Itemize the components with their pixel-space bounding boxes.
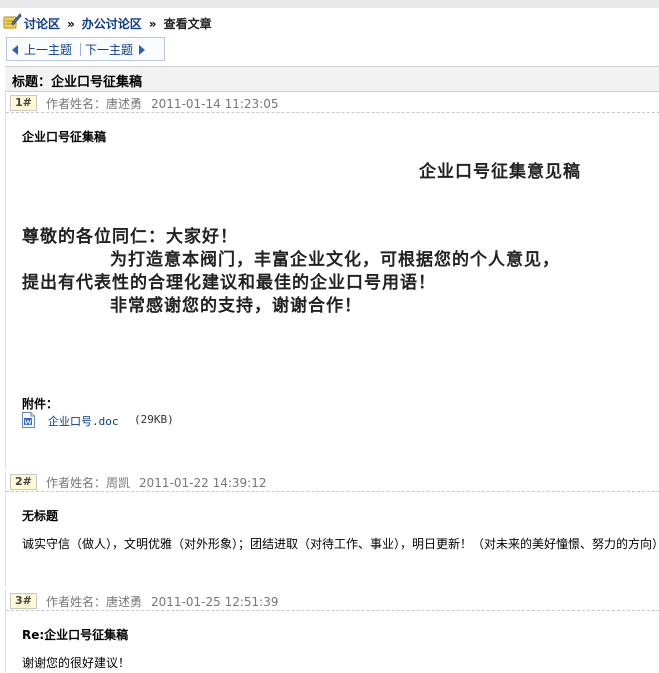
body-heading: 企业口号征集意见稿	[419, 162, 581, 182]
post-author: 作者姓名：唐述勇 2011-01-25 12:51:39	[46, 593, 278, 610]
breadcrumb-forum-link[interactable]: 讨论区	[24, 17, 60, 31]
post-3: 3# 作者姓名：唐述勇 2011-01-25 12:51:39 Re:企业口号征集…	[5, 590, 659, 673]
nav-divider	[80, 43, 81, 56]
attachment-size: (29KB)	[134, 413, 174, 426]
author-name: 周凯	[106, 476, 131, 490]
floor-badge: 2#	[10, 474, 37, 490]
breadcrumb-separator: »	[148, 17, 157, 31]
post-2: 2# 作者姓名：周凯 2011-01-22 14:39:12 无标题 诚实守信（做…	[5, 471, 659, 587]
body-line: 提出有代表性的合理化建议和最佳的企业口号用语！	[22, 273, 436, 293]
prev-topic-button[interactable]: 上一主题	[12, 41, 72, 58]
breadcrumb-separator: »	[67, 17, 75, 31]
triangle-right-icon	[139, 45, 146, 55]
breadcrumb: 讨论区 » 办公讨论区 » 查看文章	[0, 8, 659, 35]
top-strip	[0, 0, 659, 8]
post-body: 谢谢您的很好建议！	[22, 656, 131, 670]
post-title: 企业口号征集稿	[22, 130, 107, 144]
floor-badge: 3#	[10, 593, 37, 609]
post-header: 1# 作者姓名：唐述勇 2011-01-14 11:23:05	[6, 92, 659, 113]
breadcrumb-current: 查看文章	[163, 17, 212, 31]
author-name: 唐述勇	[106, 97, 143, 111]
prev-topic-label: 上一主题	[24, 43, 73, 57]
post-1: 1# 作者姓名：唐述勇 2011-01-14 11:23:05 企业口号征集稿 企…	[5, 92, 659, 468]
thread-title-bar: 标题：企业口号征集稿	[5, 66, 659, 92]
post-title: 无标题	[22, 509, 59, 523]
author-label: 作者姓名：	[46, 595, 107, 609]
body-line: 非常感谢您的支持，谢谢合作！	[110, 296, 362, 316]
body-line: 为打造意本阀门，丰富企业文化，可根据您的个人意见，	[110, 250, 560, 270]
next-topic-label: 下一主题	[85, 43, 134, 57]
attachment-label: 附件：	[22, 397, 59, 411]
post-author: 作者姓名：唐述勇 2011-01-14 11:23:05	[46, 95, 278, 112]
post-time: 2011-01-22 14:39:12	[139, 476, 267, 490]
attachment-link[interactable]: 企业口号.doc	[48, 413, 119, 429]
author-name: 唐述勇	[106, 595, 143, 609]
forum-icon	[3, 13, 22, 29]
word-doc-icon	[22, 412, 35, 428]
post-header: 2# 作者姓名：周凯 2011-01-22 14:39:12	[6, 471, 659, 492]
post-time: 2011-01-14 11:23:05	[151, 97, 279, 111]
post-author: 作者姓名：周凯 2011-01-22 14:39:12	[46, 474, 266, 491]
post-body: 诚实守信（做人），文明优雅（对外形象）；团结进取（对待工作、事业），明日更新！（…	[22, 537, 659, 551]
body-line: 尊敬的各位同仁：大家好！	[22, 227, 238, 247]
post-time: 2011-01-25 12:51:39	[151, 595, 279, 609]
author-label: 作者姓名：	[46, 97, 107, 111]
post-header: 3# 作者姓名：唐述勇 2011-01-25 12:51:39	[6, 590, 659, 611]
triangle-left-icon	[12, 45, 18, 55]
thread-title-text: 企业口号征集稿	[51, 75, 143, 90]
post-title: Re:企业口号征集稿	[22, 628, 129, 642]
thread-title-label: 标题：	[12, 75, 52, 90]
topic-nav: 上一主题 下一主题	[6, 37, 165, 61]
thread-title: 标题：企业口号征集稿	[12, 71, 142, 90]
author-label: 作者姓名：	[46, 476, 107, 490]
floor-badge: 1#	[10, 95, 37, 111]
breadcrumb-office-forum-link[interactable]: 办公讨论区	[82, 17, 142, 31]
next-topic-button[interactable]: 下一主题	[85, 41, 146, 58]
